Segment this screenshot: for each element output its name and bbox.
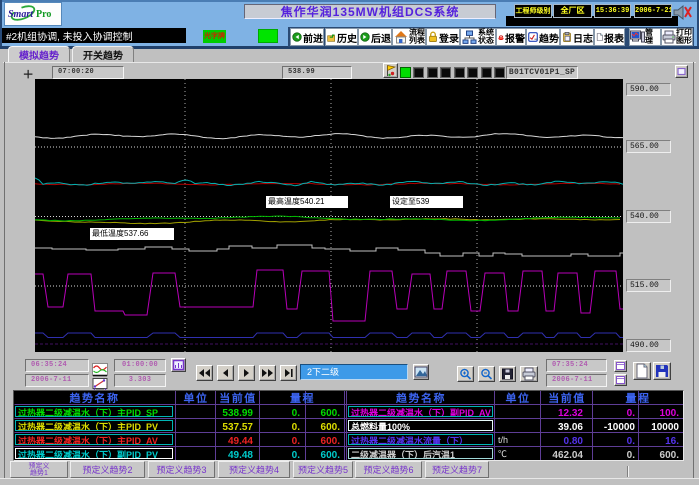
svg-text:Smart: Smart [8,9,34,20]
svg-text:Pro: Pro [36,9,51,20]
